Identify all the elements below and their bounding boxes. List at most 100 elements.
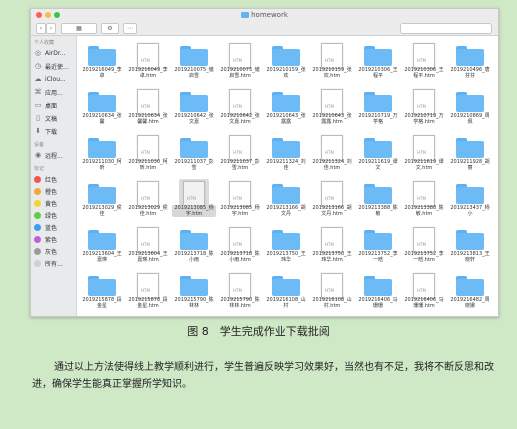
arrange-button[interactable]: ⚙ (101, 23, 119, 34)
sidebar-tag[interactable]: 蓝色 (34, 221, 76, 233)
file-item[interactable]: HTM 2019216406_马珊珊.htm (402, 272, 446, 314)
file-item[interactable]: 2019210642_张文嘉 (172, 88, 216, 130)
file-name: 2019215878_段金星 (82, 297, 122, 309)
sidebar-tag[interactable]: 绿色 (34, 209, 76, 221)
file-item[interactable]: 2019213166_胡文丹 (264, 180, 308, 222)
html-file-icon: HTM (137, 181, 159, 207)
file-name: 2019216482_周晓娜 (450, 297, 490, 309)
file-item[interactable]: HTM 2019213085_杨宇.htm (172, 179, 216, 222)
file-item[interactable]: HTM 2019210642_张文嘉.htm (218, 88, 262, 130)
file-item[interactable]: 2019213752_李一晗 (356, 226, 400, 268)
sidebar-tag[interactable]: 灰色 (34, 245, 76, 257)
file-type-badge: HTM (141, 242, 150, 247)
file-name: 2019213166_胡文丹 (266, 205, 306, 217)
sidebar-tag[interactable]: 红色 (34, 173, 76, 185)
sidebar-item[interactable]: ◉ 远程... (34, 149, 76, 161)
file-item[interactable]: 2019211619_谭文 (356, 134, 400, 176)
sidebar-tag[interactable]: 黄色 (34, 197, 76, 209)
view-switcher[interactable]: ▦ (61, 23, 97, 34)
file-item[interactable]: HTM 2019213604_王嘉瑛.htm (126, 226, 170, 268)
file-type-badge: HTM (417, 150, 426, 155)
sidebar-item-label: 应用... (45, 89, 63, 97)
file-item[interactable]: 2019215790_陈林林 (172, 272, 216, 314)
body-paragraph: 通过以上方法使得线上教学顺利进行，学生普遍反映学习效果好，当然也有不足，我将不断… (32, 362, 494, 390)
file-item[interactable]: HTM 2019216108_山村.htm (310, 272, 354, 314)
file-name: 2019213752_李一晗 (358, 251, 398, 263)
file-item[interactable]: HTM 2019210634_张馨馨.htm (126, 88, 170, 130)
file-item[interactable]: 2019216406_马珊珊 (356, 272, 400, 314)
file-item[interactable]: 2019213604_王嘉瑛 (80, 226, 124, 268)
file-name: 2019213750_王玮华.htm (312, 251, 352, 263)
file-item[interactable]: 2019210719_万学格 (356, 88, 400, 130)
file-item[interactable]: 2019210643_张露露 (264, 88, 308, 130)
file-item[interactable]: HTM 2019210075_储启雪.htm (218, 42, 262, 84)
file-type-badge: HTM (325, 104, 334, 109)
html-file-icon: HTM (413, 273, 435, 299)
file-item[interactable]: 2019213388_陈敏 (356, 180, 400, 222)
back-button[interactable]: ‹ (36, 23, 46, 34)
sidebar-item[interactable]: ⬇ 下载 (34, 125, 76, 137)
file-item[interactable]: HTM 2019210306_王程平.htm (402, 42, 446, 84)
file-item[interactable]: HTM 2019211030_柯昕.htm (126, 134, 170, 176)
forward-button[interactable]: › (46, 23, 56, 34)
file-item[interactable]: 2019213437_杨小 (448, 180, 492, 222)
file-item[interactable]: 2019210634_张馨 (80, 88, 124, 130)
file-item[interactable]: HTM 2019213029_侯佳.htm (126, 180, 170, 222)
sidebar-item[interactable]: ☁ iClou... (34, 73, 76, 85)
file-item[interactable]: 2019213718_陈小雨 (172, 226, 216, 268)
sidebar-item[interactable]: ◷ 最近使... (34, 60, 76, 72)
file-item[interactable]: HTM 2019213718_陈小雨.htm (218, 226, 262, 268)
file-item[interactable]: HTM 2019213752_李一晗.htm (402, 226, 446, 268)
file-item[interactable]: 2019211037_彭雪 (172, 134, 216, 176)
sidebar-item[interactable]: ▯ 文稿 (34, 112, 76, 124)
action-button[interactable]: ⋯ (123, 23, 137, 34)
file-item[interactable]: 2019213029_侯佳 (80, 180, 124, 222)
folder-icon (364, 184, 392, 204)
search-input[interactable] (400, 23, 492, 34)
file-item[interactable]: 2019216049_李卓 (80, 42, 124, 84)
file-type-badge: HTM (417, 58, 426, 63)
file-item[interactable]: HTM 2019213085_杨宇.htm (218, 180, 262, 222)
file-item[interactable]: 2019210496_唐芬芬 (448, 42, 492, 84)
file-item[interactable]: HTM 2019210643_张露露.htm (310, 88, 354, 130)
sidebar-item[interactable]: ⌘ 应用... (34, 86, 76, 98)
file-item[interactable]: HTM 2019213166_胡文丹.htm (310, 180, 354, 222)
file-item[interactable]: HTM 2019210719_万学格.htm (402, 88, 446, 130)
file-item[interactable]: 2019210159_张欢 (264, 42, 308, 84)
file-item[interactable]: HTM 2019216049_李卓.htm (126, 42, 170, 84)
file-item[interactable]: 2019215878_段金星 (80, 272, 124, 314)
file-item[interactable]: 2019213813_王晓轩 (448, 226, 492, 268)
sidebar-tag-label: 黄色 (45, 200, 58, 208)
file-item[interactable]: HTM 2019215878_段金星.htm (126, 272, 170, 314)
folder-icon (180, 92, 208, 112)
file-item[interactable]: HTM 2019211037_彭雪.htm (218, 134, 262, 176)
file-item[interactable]: HTM 2019211619_谭文.htm (402, 134, 446, 176)
sidebar-tag[interactable]: 橙色 (34, 185, 76, 197)
sidebar-item-label: 桌面 (45, 102, 58, 110)
file-item[interactable]: HTM 2019210159_张欢.htm (310, 42, 354, 84)
file-item[interactable]: HTM 2019213388_陈敏.htm (402, 180, 446, 222)
file-item[interactable]: HTM 2019215790_陈林林.htm (218, 272, 262, 314)
file-item[interactable]: 2019216482_周晓娜 (448, 272, 492, 314)
sidebar-item[interactable]: ▭ 桌面 (34, 99, 76, 111)
sidebar-tag[interactable]: 紫色 (34, 233, 76, 245)
file-item[interactable]: HTM 2019211324_刘佳.htm (310, 134, 354, 176)
file-item[interactable]: 2019210075_储启雪 (172, 42, 216, 84)
file-item[interactable]: HTM 2019213750_王玮华.htm (310, 226, 354, 268)
file-item[interactable]: 2019211030_柯昕 (80, 134, 124, 176)
file-item[interactable]: 2019211928_胡丽 (448, 134, 492, 176)
tag-color-icon (34, 187, 41, 195)
html-file-icon: HTM (413, 227, 435, 253)
file-item[interactable]: 2019213750_王玮华 (264, 226, 308, 268)
sidebar-tag[interactable]: 所有... (34, 257, 76, 269)
file-name: 2019210159_张欢.htm (312, 67, 352, 79)
folder-icon (180, 276, 208, 296)
file-type-badge: HTM (325, 150, 334, 155)
file-item[interactable]: 2019210306_王程平 (356, 42, 400, 84)
file-item[interactable]: 2019216108_山村 (264, 272, 308, 314)
file-name: 2019210075_储启雪 (174, 67, 214, 79)
file-item[interactable]: 2019211324_刘佳 (264, 134, 308, 176)
file-type-badge: HTM (141, 104, 150, 109)
sidebar-item[interactable]: ◎ AirDr... (34, 47, 76, 59)
file-item[interactable]: 2019210869_周佩 (448, 88, 492, 130)
